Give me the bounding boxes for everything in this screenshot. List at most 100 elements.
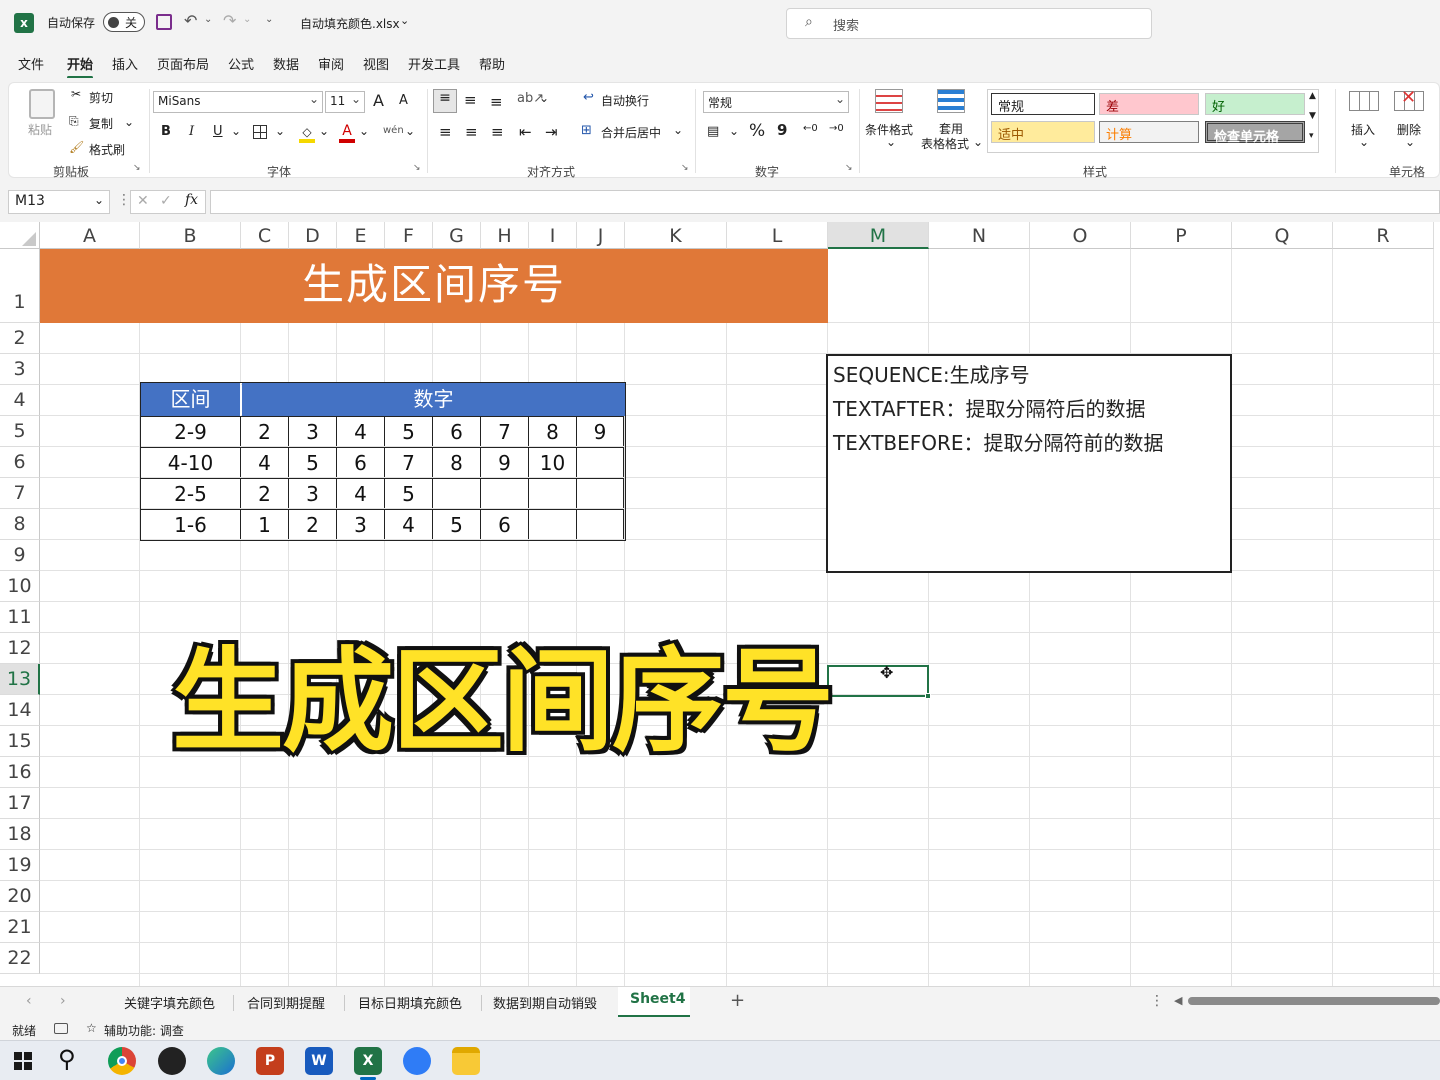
font-launcher-icon[interactable]: ↘ — [413, 163, 421, 173]
font-name-select[interactable]: MiSans — [153, 91, 323, 113]
style-neutral[interactable]: 适中 — [991, 121, 1095, 143]
column-header-O[interactable]: O — [1030, 222, 1131, 249]
column-header-F[interactable]: F — [385, 222, 433, 249]
table-number-cell[interactable]: 1 — [241, 509, 289, 539]
column-header-I[interactable]: I — [529, 222, 577, 249]
edge-icon[interactable] — [207, 1047, 235, 1075]
table-header-range[interactable]: 区间 — [141, 383, 241, 416]
column-header-P[interactable]: P — [1131, 222, 1232, 249]
row-header-18[interactable]: 18 — [0, 819, 40, 850]
row-header-12[interactable]: 12 — [0, 633, 40, 664]
clipboard-launcher-icon[interactable]: ↘ — [133, 163, 141, 173]
row-header-14[interactable]: 14 — [0, 695, 40, 726]
table-number-cell[interactable]: 7 — [385, 447, 433, 477]
shrink-font-icon[interactable]: A — [399, 93, 408, 108]
style-check-cell[interactable]: 检查单元格 — [1205, 121, 1305, 145]
autosave-toggle[interactable]: 关 — [103, 12, 145, 32]
tab-insert[interactable]: 插入 — [112, 54, 138, 73]
number-launcher-icon[interactable]: ↘ — [845, 163, 853, 173]
column-header-K[interactable]: K — [625, 222, 727, 249]
percent-button[interactable]: % — [749, 121, 765, 141]
chrome-icon[interactable] — [108, 1047, 136, 1075]
sheet-tab-auto-destroy[interactable]: 数据到期自动销毁 — [493, 993, 597, 1012]
align-center-icon[interactable]: ≡ — [465, 123, 478, 141]
feishu-icon[interactable] — [403, 1047, 431, 1075]
tab-developer[interactable]: 开发工具 — [408, 54, 460, 73]
prev-sheet-icon[interactable]: ‹ — [26, 993, 32, 1009]
gallery-scroll-up-icon[interactable]: ▲ — [1309, 91, 1316, 101]
align-top-icon[interactable]: ≡ — [433, 89, 457, 113]
column-header-J[interactable]: J — [577, 222, 625, 249]
table-number-cell[interactable] — [577, 447, 624, 477]
row-header-20[interactable]: 20 — [0, 881, 40, 912]
add-sheet-icon[interactable]: + — [730, 990, 745, 1011]
merge-dropdown-icon[interactable]: ⌄ — [673, 123, 683, 137]
orientation-dropdown-icon[interactable]: ⌄ — [539, 91, 549, 105]
tab-help[interactable]: 帮助 — [479, 54, 505, 73]
column-header-E[interactable]: E — [337, 222, 385, 249]
row-header-6[interactable]: 6 — [0, 447, 40, 478]
table-number-cell[interactable]: 2 — [289, 509, 337, 539]
cancel-formula-icon[interactable]: ✕ — [137, 193, 149, 209]
copy-button[interactable]: 复制 — [89, 115, 113, 132]
column-header-L[interactable]: L — [727, 222, 828, 249]
table-header-numbers[interactable]: 数字 — [242, 383, 625, 416]
style-bad[interactable]: 差 — [1099, 93, 1199, 115]
table-number-cell[interactable] — [529, 509, 577, 539]
row-header-11[interactable]: 11 — [0, 602, 40, 633]
row-header-10[interactable]: 10 — [0, 571, 40, 602]
font-size-select[interactable]: 11 — [325, 91, 365, 113]
table-number-cell[interactable] — [481, 478, 529, 508]
font-color-dropdown-icon[interactable]: ⌄ — [359, 124, 369, 138]
tab-page-layout[interactable]: 页面布局 — [157, 54, 209, 73]
comma-button[interactable]: 9 — [777, 121, 787, 139]
row-header-16[interactable]: 16 — [0, 757, 40, 788]
sheet-tab-contract-reminder[interactable]: 合同到期提醒 — [247, 993, 325, 1012]
table-number-cell[interactable]: 9 — [481, 447, 529, 477]
hscroll-left-icon[interactable]: ◀ — [1174, 994, 1182, 1007]
table-number-cell[interactable]: 8 — [433, 447, 481, 477]
tab-view[interactable]: 视图 — [363, 54, 389, 73]
formula-input[interactable] — [210, 190, 1440, 214]
banner-title-cell[interactable]: 生成区间序号 — [40, 249, 828, 323]
search-box[interactable]: ⌕ 搜索 — [786, 8, 1152, 39]
alignment-launcher-icon[interactable]: ↘ — [681, 163, 689, 173]
style-good[interactable]: 好 — [1205, 93, 1305, 115]
table-number-cell[interactable]: 6 — [337, 447, 385, 477]
active-sheet-tab[interactable]: Sheet4 — [618, 987, 690, 1017]
table-number-cell[interactable]: 10 — [529, 447, 577, 477]
gallery-expand-icon[interactable]: ▾ — [1309, 131, 1314, 141]
table-number-cell[interactable]: 7 — [481, 416, 529, 446]
insert-cells-icon[interactable] — [1349, 91, 1379, 111]
row-header-9[interactable]: 9 — [0, 540, 40, 571]
next-sheet-icon[interactable]: › — [60, 993, 66, 1009]
phonetic-icon[interactable]: wén — [383, 125, 404, 136]
row-header-15[interactable]: 15 — [0, 726, 40, 757]
underline-dropdown-icon[interactable]: ⌄ — [231, 124, 241, 138]
number-format-select[interactable]: 常规 — [703, 91, 849, 113]
horizontal-scrollbar[interactable] — [1188, 997, 1440, 1005]
file-name[interactable]: 自动填充颜色.xlsx — [300, 15, 400, 32]
underline-button[interactable]: U — [213, 124, 223, 139]
paste-icon[interactable] — [29, 89, 55, 119]
accounting-dropdown-icon[interactable]: ⌄ — [729, 124, 739, 138]
table-number-cell[interactable]: 9 — [577, 416, 624, 446]
worksheet-grid[interactable]: ABCDEFGHIJKLMNOPQR 1 2 3 4 5 6 7 8 9 10 11 12 13 14 15… — [0, 222, 1440, 988]
row-header-7[interactable]: 7 — [0, 478, 40, 509]
table-number-cell[interactable] — [529, 478, 577, 508]
column-header-H[interactable]: H — [481, 222, 529, 249]
formula-bar-menu-icon[interactable]: ⋮ — [117, 192, 131, 208]
notes-box[interactable]: SEQUENCE:生成序号 TEXTAFTER：提取分隔符后的数据 TEXTBE… — [826, 354, 1232, 573]
row-header-21[interactable]: 21 — [0, 912, 40, 943]
name-box-dropdown-icon[interactable]: ⌄ — [94, 193, 104, 207]
table-number-cell[interactable] — [433, 478, 481, 508]
macro-record-icon[interactable] — [54, 1023, 68, 1034]
merge-center-button[interactable]: 合并后居中 — [601, 124, 661, 141]
merge-center-icon[interactable]: ⊞ — [581, 123, 592, 138]
accessibility-status[interactable]: 辅助功能: 调查 — [104, 1022, 184, 1039]
save-icon[interactable] — [156, 14, 172, 30]
insert-dropdown-icon[interactable]: ⌄ — [1359, 135, 1369, 149]
accounting-icon[interactable]: ▤ — [707, 124, 719, 139]
gallery-scroll-down-icon[interactable]: ▼ — [1309, 111, 1316, 121]
powerpoint-icon[interactable]: P — [256, 1047, 284, 1075]
